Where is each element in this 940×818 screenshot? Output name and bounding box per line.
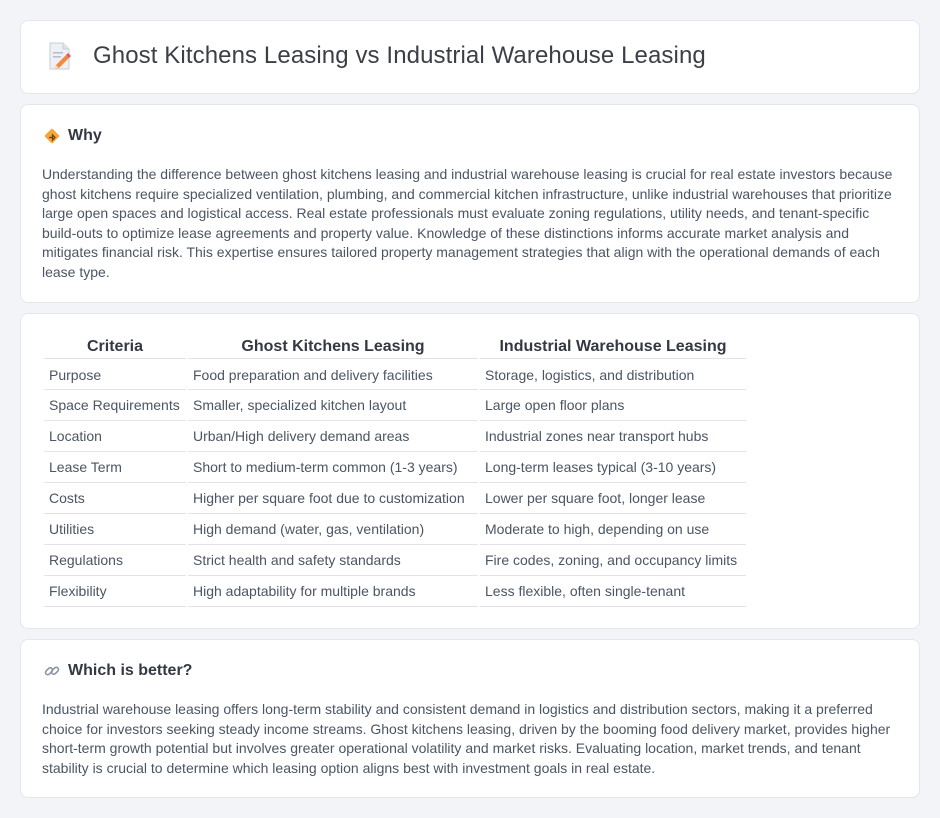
comparison-card: Criteria Ghost Kitchens Leasing Industri… xyxy=(20,313,920,629)
table-row: Location Urban/High delivery demand area… xyxy=(44,421,746,452)
table-row: Lease Term Short to medium-term common (… xyxy=(44,452,746,483)
table-cell: Short to medium-term common (1-3 years) xyxy=(188,452,478,483)
comparison-table: Criteria Ghost Kitchens Leasing Industri… xyxy=(42,336,748,607)
table-cell: Space Requirements xyxy=(44,390,186,421)
table-cell: Regulations xyxy=(44,545,186,576)
table-cell: Moderate to high, depending on use xyxy=(480,514,746,545)
why-text: Understanding the difference between gho… xyxy=(42,166,893,280)
table-cell: Costs xyxy=(44,483,186,514)
table-row: Purpose Food preparation and delivery fa… xyxy=(44,359,746,390)
table-cell: Utilities xyxy=(44,514,186,545)
table-row: Utilities High demand (water, gas, venti… xyxy=(44,514,746,545)
which-is-better-heading: Which is better? xyxy=(68,662,193,679)
table-cell: Lease Term xyxy=(44,452,186,483)
table-row: Costs Higher per square foot due to cust… xyxy=(44,483,746,514)
table-cell: Purpose xyxy=(44,359,186,390)
table-cell: Fire codes, zoning, and occupancy limits xyxy=(480,545,746,576)
link-icon xyxy=(43,662,61,680)
table-cell: Food preparation and delivery facilities xyxy=(188,359,478,390)
table-cell: High adaptability for multiple brands xyxy=(188,576,478,607)
table-cell: Storage, logistics, and distribution xyxy=(480,359,746,390)
table-cell: Higher per square foot due to customizat… xyxy=(188,483,478,514)
why-heading: Why xyxy=(68,127,102,144)
table-cell: Location xyxy=(44,421,186,452)
page-title: Ghost Kitchens Leasing vs Industrial War… xyxy=(93,42,706,69)
column-header-industrial-warehouse: Industrial Warehouse Leasing xyxy=(480,336,746,359)
diamond-road-sign-icon xyxy=(43,127,61,145)
table-cell: Strict health and safety standards xyxy=(188,545,478,576)
why-card: Why Understanding the difference between… xyxy=(20,104,920,303)
column-header-criteria: Criteria xyxy=(44,336,186,359)
table-cell: Flexibility xyxy=(44,576,186,607)
title-card: Ghost Kitchens Leasing vs Industrial War… xyxy=(20,20,920,94)
document-pencil-icon xyxy=(47,41,73,71)
table-cell: Large open floor plans xyxy=(480,390,746,421)
table-row: Flexibility High adaptability for multip… xyxy=(44,576,746,607)
table-cell: Smaller, specialized kitchen layout xyxy=(188,390,478,421)
table-cell: High demand (water, gas, ventilation) xyxy=(188,514,478,545)
table-row: Space Requirements Smaller, specialized … xyxy=(44,390,746,421)
table-cell: Less flexible, often single-tenant xyxy=(480,576,746,607)
table-cell: Urban/High delivery demand areas xyxy=(188,421,478,452)
which-is-better-card: Which is better? Industrial warehouse le… xyxy=(20,639,920,798)
table-cell: Industrial zones near transport hubs xyxy=(480,421,746,452)
table-header-row: Criteria Ghost Kitchens Leasing Industri… xyxy=(44,336,746,359)
column-header-ghost-kitchens: Ghost Kitchens Leasing xyxy=(188,336,478,359)
which-is-better-text: Industrial warehouse leasing offers long… xyxy=(42,701,891,776)
table-row: Regulations Strict health and safety sta… xyxy=(44,545,746,576)
table-cell: Lower per square foot, longer lease xyxy=(480,483,746,514)
table-cell: Long-term leases typical (3-10 years) xyxy=(480,452,746,483)
